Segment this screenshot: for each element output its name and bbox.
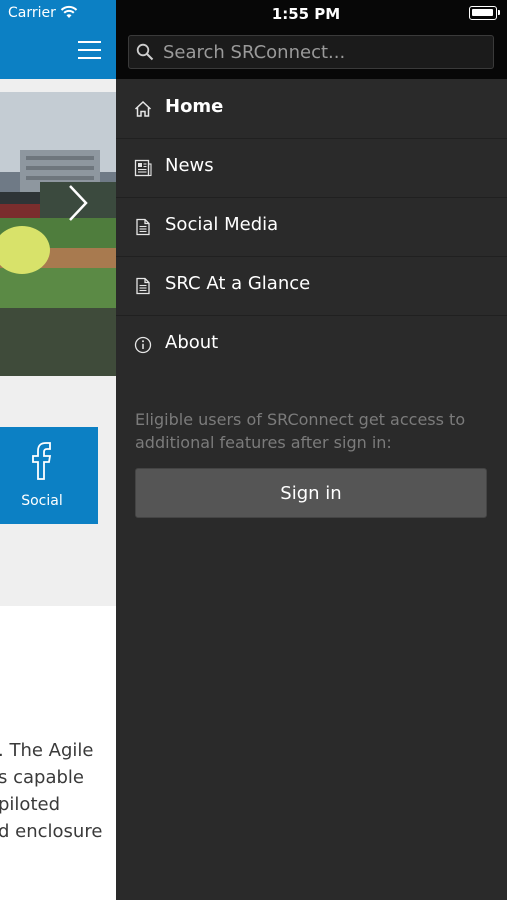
wifi-icon <box>60 5 78 18</box>
menu-item-label: SRC At a Glance <box>165 273 311 294</box>
drawer-header: 1:55 PM <box>116 0 507 79</box>
sign-in-button[interactable]: Sign in <box>135 468 487 518</box>
home-icon <box>134 100 152 117</box>
social-tile-label: Social <box>21 493 63 509</box>
menu-item-src-at-a-glance[interactable]: SRC At a Glance <box>116 257 507 316</box>
document-icon <box>136 277 150 295</box>
social-tile-button[interactable]: Social <box>0 427 98 524</box>
facebook-icon <box>32 442 52 480</box>
article-text-line: . The Agile <box>0 740 94 761</box>
carrier-label: Carrier <box>8 5 56 21</box>
article-area: . The Agile s capable piloted d enclosur… <box>0 606 116 900</box>
search-box[interactable] <box>128 35 494 69</box>
info-icon <box>134 336 152 354</box>
search-icon <box>136 43 154 61</box>
main-header: Carrier <box>0 0 116 79</box>
article-text-line: piloted <box>0 794 60 815</box>
article-text-line: s capable <box>0 767 84 788</box>
navigation-drawer: 1:55 PM Home News <box>116 0 507 900</box>
search-input[interactable] <box>163 36 483 68</box>
menu-item-label: Home <box>165 96 224 117</box>
news-icon <box>134 159 152 177</box>
chevron-right-icon[interactable] <box>66 184 90 222</box>
article-text-line: d enclosure <box>0 821 103 842</box>
menu-item-label: About <box>165 332 219 353</box>
menu-item-label: Social Media <box>165 214 279 235</box>
status-time: 1:55 PM <box>271 5 341 23</box>
hamburger-menu-button[interactable] <box>78 41 101 59</box>
document-icon <box>136 218 150 236</box>
menu-item-news[interactable]: News <box>116 139 507 198</box>
menu-item-label: News <box>165 155 214 176</box>
menu-item-about[interactable]: About <box>116 316 507 374</box>
hero-carousel[interactable] <box>0 92 116 376</box>
menu-item-social-media[interactable]: Social Media <box>116 198 507 257</box>
signin-info-text: Eligible users of SRConnect get access t… <box>135 410 466 452</box>
main-screen: Carrier Social . The Agile s capable pil… <box>0 0 116 900</box>
battery-icon <box>469 6 500 20</box>
menu-item-home[interactable]: Home <box>116 80 507 139</box>
hero-image <box>0 92 116 376</box>
